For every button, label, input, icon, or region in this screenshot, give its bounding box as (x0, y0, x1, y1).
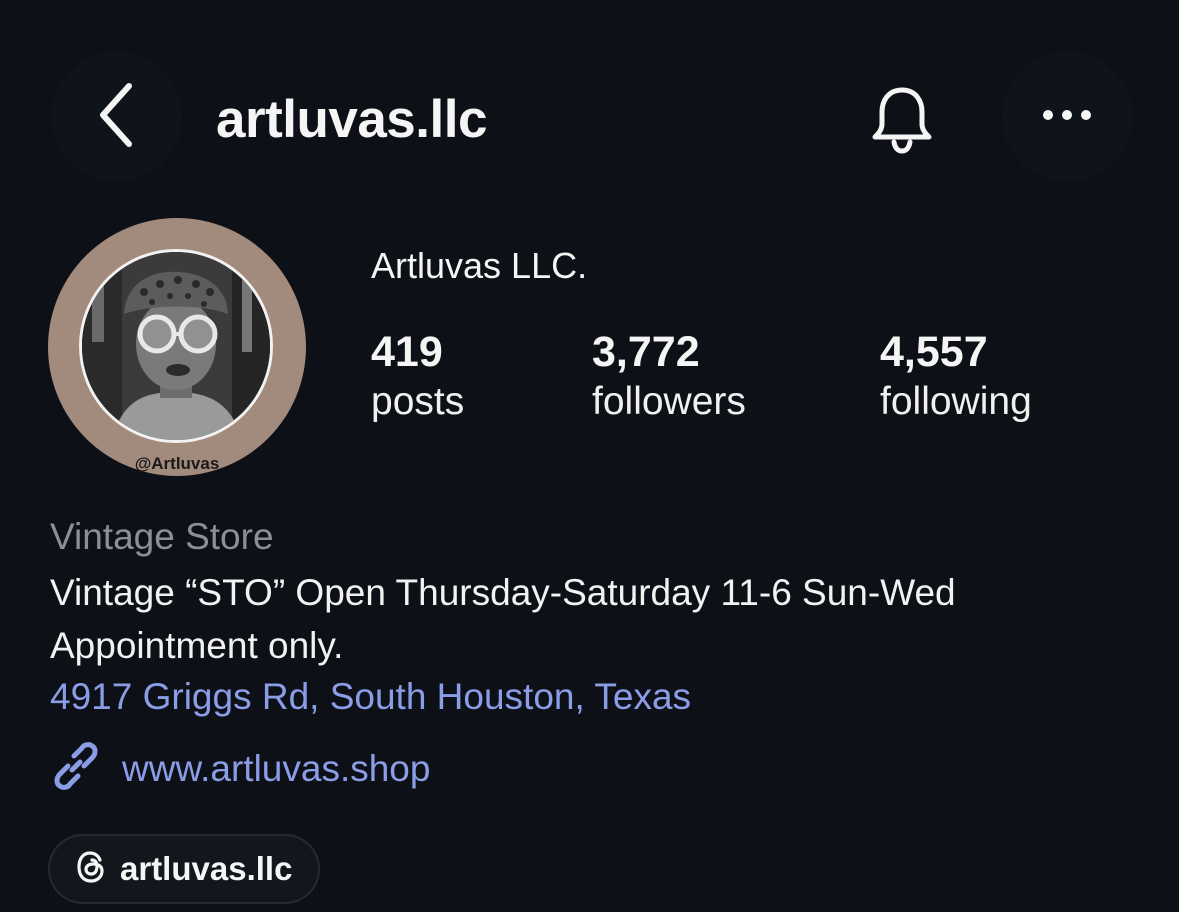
profile-category: Vintage Store (50, 516, 274, 557)
chevron-left-icon (97, 82, 137, 153)
stat-followers[interactable]: 3,772 followers (592, 326, 746, 426)
following-count: 4,557 (880, 328, 988, 376)
posts-label: posts (371, 380, 465, 423)
website-url: www.artluvas.shop (122, 747, 431, 789)
posts-count: 419 (371, 328, 443, 376)
back-button[interactable] (52, 52, 182, 182)
avatar-photo (79, 249, 273, 443)
website-link[interactable]: www.artluvas.shop (50, 740, 430, 797)
avatar-watermark: @Artluvas (134, 454, 220, 473)
address-link[interactable]: 4917 Griggs Rd, South Houston, Texas (50, 674, 691, 720)
threads-badge[interactable]: artluvas.llc (48, 834, 321, 904)
avatar[interactable]: @Artluvas (48, 218, 306, 476)
ellipsis-icon (1042, 108, 1092, 126)
stat-following[interactable]: 4,557 following (880, 326, 1032, 426)
followers-label: followers (592, 380, 746, 423)
page-title: artluvas.llc (216, 90, 487, 149)
bell-icon (870, 84, 934, 161)
bio-text: Vintage “STO” Open Thursday-Saturday 11-… (50, 572, 956, 666)
followers-count: 3,772 (592, 328, 700, 376)
threads-label: artluvas.llc (120, 850, 293, 887)
profile-display-name: Artluvas LLC. (371, 245, 588, 286)
notifications-button[interactable] (840, 60, 964, 184)
following-label: following (880, 380, 1032, 423)
more-options-button[interactable] (1002, 52, 1132, 182)
threads-icon (76, 850, 106, 888)
stat-posts[interactable]: 419 posts (371, 326, 464, 426)
link-icon (50, 740, 102, 797)
